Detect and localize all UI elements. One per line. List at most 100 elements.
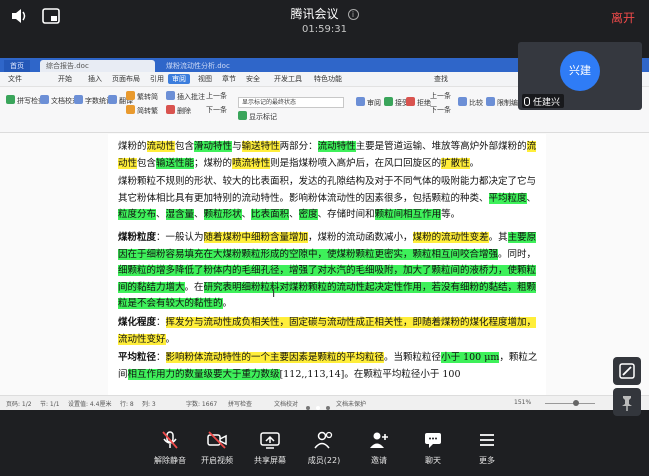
text-run: 、 — [241, 209, 252, 221]
text-run: 包含 — [175, 141, 195, 152]
compare-button[interactable]: 比较 — [458, 97, 483, 108]
invite-button[interactable]: 邀请 — [352, 430, 406, 466]
chat-button[interactable]: 聊天 — [406, 430, 460, 466]
reviewer-button[interactable]: 审阅 — [356, 97, 381, 108]
text-run: 等。 — [441, 209, 461, 221]
highlighted-run: 流动特性 — [317, 141, 356, 152]
paragraph-mean-diameter: 平均粒径：影响粉体流动特性的一个主要因素是颗粒的平均粒径。当颗粒粒径小于 100… — [118, 350, 542, 383]
menu-insert[interactable]: 插入 — [88, 74, 102, 84]
trad-to-simp-button[interactable]: 繁转简 — [126, 91, 158, 102]
text-run: 煤粉的 — [118, 141, 147, 152]
start-video-label: 开启视频 — [201, 456, 233, 465]
text-run: 。 — [469, 157, 480, 169]
word-count-icon — [74, 95, 83, 104]
share-screen-label: 共享屏幕 — [254, 456, 286, 465]
menu-view[interactable]: 视图 — [198, 74, 212, 84]
zoom-slider-handle[interactable] — [573, 400, 579, 406]
accept-icon — [384, 97, 393, 106]
annotate-button[interactable] — [613, 357, 641, 385]
highlighted-run: 输送性能 — [156, 157, 195, 169]
status-section: 节: 1/1 — [40, 401, 60, 408]
top-bar: 腾讯会议 i 01:59:31 离开 — [0, 0, 649, 35]
invite-label: 邀请 — [371, 456, 387, 465]
wps-tab-doc[interactable]: 综合报告.doc — [40, 60, 155, 72]
more-button[interactable]: 更多 — [460, 430, 514, 466]
page-dot-active[interactable] — [316, 406, 320, 410]
menu-dev-tools[interactable]: 开发工具 — [274, 74, 302, 84]
menu-review[interactable]: 审阅 — [168, 74, 190, 84]
wps-tab-home[interactable]: 首页 — [4, 60, 30, 72]
meeting-timer: 01:59:31 — [302, 24, 347, 35]
menu-page-layout[interactable]: 页面布局 — [112, 74, 140, 84]
info-icon[interactable]: i — [347, 9, 359, 20]
convert-icon — [126, 91, 135, 100]
page-dot[interactable] — [326, 406, 330, 410]
simp-to-trad-button[interactable]: 简转繁 — [126, 105, 158, 116]
markup-state-dropdown[interactable]: 显示标记的最终状态 — [238, 97, 344, 108]
members-icon — [314, 431, 333, 449]
insert-comment-button[interactable]: 插入批注 — [166, 91, 205, 102]
heading-run: 平均粒径 — [118, 352, 157, 364]
text-run: ；煤粉的 — [194, 157, 233, 169]
prev-comment-button[interactable]: 上一条 — [206, 91, 227, 101]
zoom-slider[interactable] — [545, 403, 595, 404]
members-button[interactable]: 成员(22) — [297, 430, 351, 466]
highlighted-run: 相互作用力的数量级要大于重力数级 — [127, 368, 280, 380]
wps-tab-doc[interactable]: 煤粉流动性分析.doc — [160, 60, 275, 72]
heading-run: 煤粉粒度 — [118, 231, 157, 243]
meeting-window: 腾讯会议 i 01:59:31 离开 首页 综合报告.doc 煤粉流动性分析.d… — [0, 0, 649, 476]
status-row: 行: 8 — [120, 401, 134, 408]
menu-home[interactable]: 开始 — [58, 74, 72, 84]
text-run: ： — [156, 352, 166, 364]
start-video-button[interactable]: 开启视频 — [190, 430, 244, 466]
text-run: 、 — [289, 209, 299, 221]
chat-icon — [425, 433, 441, 448]
participant-name-badge: 任建兴 — [522, 94, 565, 108]
next-change-button[interactable]: 下一条 — [430, 105, 451, 115]
highlighted-run: 影响粉体流动特性的一个主要因素是颗粒的平均粒径 — [165, 352, 385, 364]
menu-search[interactable]: 查找 — [434, 74, 448, 84]
highlighted-run: 比表面积 — [251, 209, 290, 221]
page-dot[interactable] — [306, 406, 310, 410]
menu-special[interactable]: 特色功能 — [314, 74, 342, 84]
document-page[interactable]: 煤粉的流动性包含滑动特性与输送特性两部分：流动特性主要是管道运输、堆放等高炉外部… — [108, 134, 546, 402]
unmute-button[interactable]: 解除静音 — [143, 430, 197, 466]
show-markup-button[interactable]: 显示标记 — [238, 111, 277, 122]
microphone-icon — [524, 97, 530, 106]
text-run: 。其 — [488, 231, 508, 243]
prev-change-button[interactable]: 上一条 — [430, 91, 451, 101]
menu-file[interactable]: 文件 — [8, 74, 22, 84]
share-screen-button[interactable]: 共享屏幕 — [243, 430, 297, 466]
highlighted-run: 煤粉的流动性变差 — [412, 231, 489, 243]
reject-button[interactable]: 拒绝 — [406, 97, 431, 108]
markup-icon — [238, 111, 247, 120]
status-proof[interactable]: 文档校对 — [274, 399, 298, 408]
highlighted-run: 挥发分与流动性成负相关性，固定碳与流动性成正相关性，即随着煤粉的煤化程度增加，流… — [118, 316, 537, 345]
menu-references[interactable]: 引用 — [150, 74, 164, 84]
text-run: 、 — [526, 192, 537, 204]
next-comment-button[interactable]: 下一条 — [206, 105, 227, 115]
text-run: 。同时， — [498, 248, 537, 260]
status-protection[interactable]: 文档未保护 — [336, 399, 366, 408]
video-off-icon — [207, 431, 227, 449]
participant-tile[interactable]: 兴建 任建兴 — [518, 42, 642, 110]
highlighted-run: 平均粒度 — [488, 192, 527, 204]
status-spell[interactable]: 拼写检查 — [228, 399, 252, 408]
text-run: 。在 — [184, 281, 204, 293]
menu-security[interactable]: 安全 — [246, 74, 260, 84]
invite-icon — [370, 432, 388, 448]
paragraph-factors: 煤粉颗粒不规则的形状、较大的比表面积，发达的孔隙结构及对于不同气体的吸附能力都决… — [118, 174, 542, 224]
leave-button[interactable]: 离开 — [611, 9, 635, 26]
pin-button[interactable] — [613, 388, 641, 416]
menu-chapter[interactable]: 章节 — [222, 74, 236, 84]
text-run: 与 — [232, 141, 242, 152]
paragraph-intro: 煤粉的流动性包含滑动特性与输送特性两部分：流动特性主要是管道运输、堆放等高炉外部… — [118, 139, 542, 172]
page-indicator — [306, 406, 330, 410]
text-run: ，煤粉的流动函数减小， — [308, 231, 413, 243]
share-screen-icon — [260, 432, 280, 449]
participant-name: 任建兴 — [533, 98, 561, 108]
delete-comment-button[interactable]: 删除 — [166, 105, 191, 116]
highlighted-run: 密度 — [298, 209, 318, 221]
highlighted-run: 扩散性 — [441, 157, 470, 169]
highlighted-run: 粒度分布 — [118, 209, 157, 221]
